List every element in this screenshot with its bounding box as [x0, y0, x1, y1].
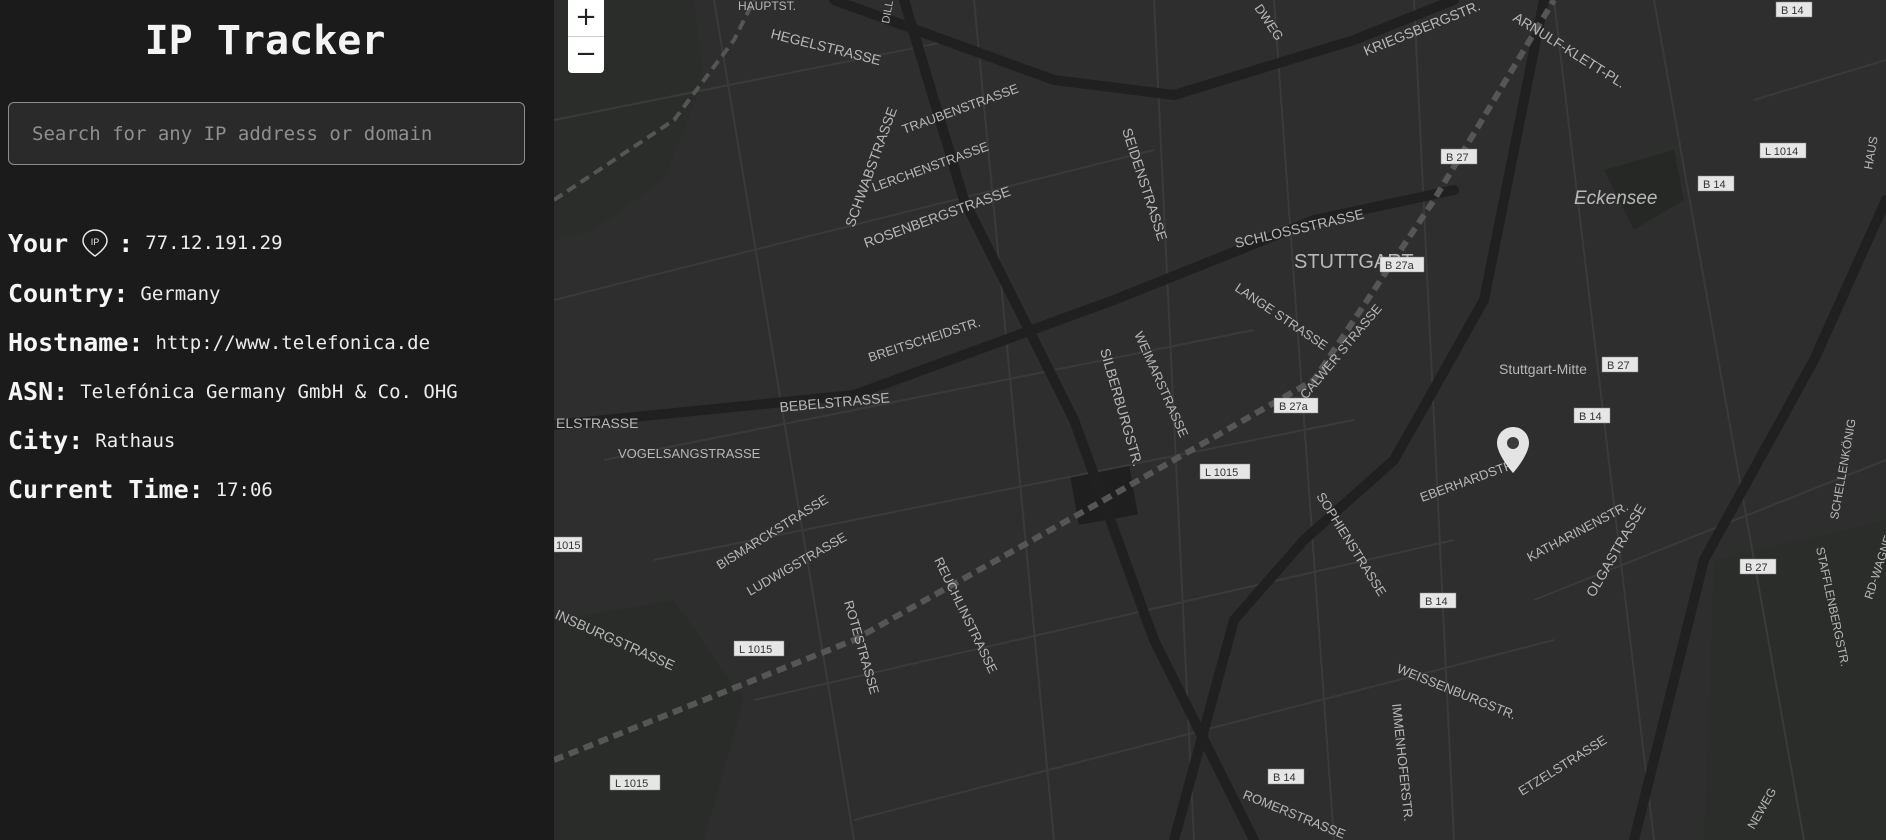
- map-label-hauptst: HAUPTST.: [738, 0, 796, 13]
- shield-l1015-d: 1015: [554, 536, 583, 553]
- asn-value: Telefónica Germany GmbH & Co. OHG: [80, 380, 458, 403]
- map-view[interactable]: STUTTGART Eckensee Stuttgart-Mitte HEGEL…: [554, 0, 1886, 840]
- app-title: IP Tracker: [144, 18, 386, 64]
- country-label: Country:: [8, 279, 129, 308]
- shield-b27a-a: B 27a: [1379, 256, 1425, 273]
- svg-text:B 27: B 27: [1607, 360, 1630, 372]
- shield-l1015-b: L 1015: [733, 640, 785, 657]
- shield-b27a-b: B 27a: [1273, 397, 1319, 414]
- map-label-elstrasse: ELSTRASSE: [556, 415, 638, 431]
- hostname-value: http://www.telefonica.de: [155, 331, 431, 354]
- hostname-label: Hostname:: [8, 328, 144, 357]
- time-value: 17:06: [215, 478, 273, 501]
- map-label-eckensee: Eckensee: [1574, 188, 1657, 209]
- svg-text:B 14: B 14: [1579, 411, 1602, 423]
- svg-text:B 27a: B 27a: [1279, 401, 1309, 413]
- city-value: Rathaus: [95, 429, 176, 452]
- shield-b27-a: B 27: [1440, 148, 1478, 165]
- location-marker-icon[interactable]: [1495, 425, 1531, 475]
- svg-text:B 14: B 14: [1425, 596, 1448, 608]
- svg-text:L 1015: L 1015: [615, 778, 648, 790]
- svg-text:B 14: B 14: [1703, 179, 1726, 191]
- ip-label-prefix: Your: [8, 228, 69, 258]
- map-canvas[interactable]: STUTTGART Eckensee Stuttgart-Mitte HEGEL…: [554, 0, 1886, 840]
- asn-label: ASN:: [8, 377, 69, 406]
- search-box[interactable]: [8, 102, 525, 165]
- zoom-out-button[interactable]: −: [568, 37, 604, 73]
- ip-row: Your IP : 77.12.191.29: [8, 228, 283, 258]
- country-value: Germany: [140, 282, 221, 305]
- shield-l1015-a: L 1015: [1199, 463, 1251, 480]
- shield-b27-c: B 27: [1739, 558, 1777, 575]
- shield-b14-c: B 14: [1573, 407, 1611, 424]
- city-row: City: Rathaus: [8, 426, 175, 455]
- shield-l1015-c: L 1015: [609, 774, 661, 791]
- ip-value: 77.12.191.29: [145, 232, 283, 254]
- shield-l1014: L 1014: [1759, 142, 1807, 159]
- ip-label-suffix: :: [118, 228, 134, 258]
- asn-row: ASN: Telefónica Germany GmbH & Co. OHG: [8, 377, 458, 406]
- svg-text:B 14: B 14: [1781, 5, 1804, 17]
- hostname-row: Hostname: http://www.telefonica.de: [8, 328, 430, 357]
- shield-b27-b: B 27: [1601, 356, 1639, 373]
- sidebar: IP Tracker Your IP : 77.12.191.29 Countr…: [0, 0, 554, 840]
- shield-b14-a: B 14: [1775, 1, 1813, 18]
- svg-text:B 27a: B 27a: [1385, 260, 1415, 272]
- svg-text:B 14: B 14: [1273, 772, 1296, 784]
- svg-text:L 1014: L 1014: [1765, 146, 1798, 158]
- city-label: City:: [8, 426, 84, 455]
- svg-text:B 27: B 27: [1745, 562, 1768, 574]
- svg-text:1015: 1015: [556, 540, 580, 552]
- map-label-vogelsangstrasse: VOGELSANGSTRASSE: [618, 446, 761, 461]
- svg-text:L 1015: L 1015: [1205, 467, 1238, 479]
- shield-b14-e: B 14: [1267, 768, 1305, 785]
- ip-badge-text: IP: [91, 237, 100, 247]
- svg-text:B 27: B 27: [1446, 152, 1469, 164]
- time-label: Current Time:: [8, 475, 204, 504]
- zoom-in-button[interactable]: +: [568, 0, 604, 37]
- svg-text:L 1015: L 1015: [739, 644, 772, 656]
- country-row: Country: Germany: [8, 279, 221, 308]
- map-label-stuttgart-mitte: Stuttgart-Mitte: [1499, 361, 1587, 377]
- search-input[interactable]: [9, 103, 524, 164]
- shield-b14-d: B 14: [1419, 592, 1457, 609]
- time-row: Current Time: 17:06: [8, 475, 273, 504]
- shield-b14-b: B 14: [1697, 175, 1735, 192]
- ip-location-icon: IP: [80, 228, 110, 258]
